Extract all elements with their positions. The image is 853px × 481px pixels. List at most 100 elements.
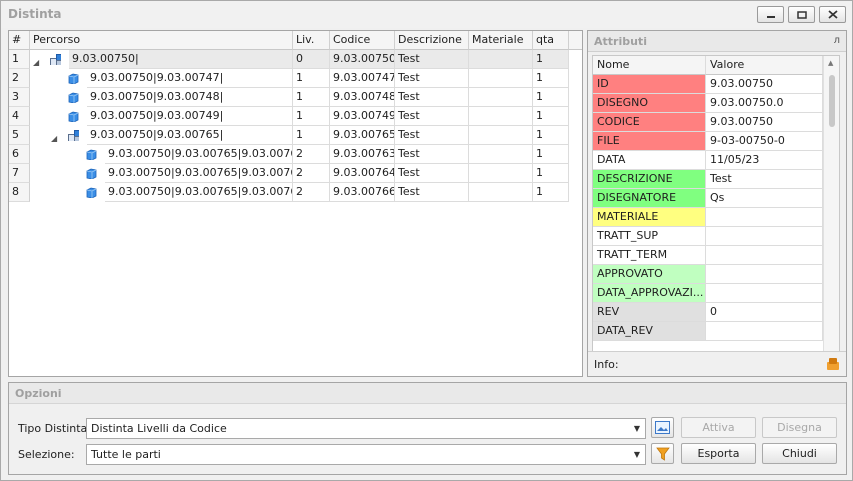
table-row[interactable]: 2 9.03.00750|9.03.00747| 1 9.03.00747 Test 1 — [9, 69, 582, 88]
cell-descrizione[interactable]: Test — [395, 145, 469, 164]
chiudi-button[interactable]: Chiudi — [762, 443, 837, 464]
column-header-valore[interactable]: Valore — [706, 56, 823, 75]
cell-materiale[interactable] — [469, 107, 533, 126]
cell-materiale[interactable] — [469, 88, 533, 107]
attribute-row[interactable]: DATA_APPROVAZI... — [593, 284, 823, 303]
table-row[interactable]: 8 9.03.00750|9.03.00765|9.03.00766| 2 9.03.… — [9, 183, 582, 202]
cell-descrizione[interactable]: Test — [395, 88, 469, 107]
cell-qta[interactable]: 1 — [533, 183, 569, 202]
attribute-value[interactable] — [706, 227, 823, 246]
attribute-value[interactable]: Test — [706, 170, 823, 189]
column-header-qta[interactable]: qta — [533, 31, 569, 50]
attribute-row[interactable]: DISEGNO 9.03.00750.0 — [593, 94, 823, 113]
attribute-value[interactable] — [706, 208, 823, 227]
cell-codice[interactable]: 9.03.00749 — [330, 107, 395, 126]
row-number[interactable]: 6 — [9, 145, 30, 164]
cell-materiale[interactable] — [469, 145, 533, 164]
cell-codice[interactable]: 9.03.00763 — [330, 145, 395, 164]
cell-percorso[interactable]: 9.03.00750|9.03.00765|9.03.00764| — [105, 164, 293, 183]
cell-percorso[interactable]: 9.03.00750|9.03.00765| — [87, 126, 293, 145]
attribute-value[interactable] — [706, 246, 823, 265]
cell-liv[interactable]: 2 — [293, 164, 330, 183]
cell-descrizione[interactable]: Test — [395, 69, 469, 88]
cell-qta[interactable]: 1 — [533, 88, 569, 107]
expand-toggle-icon[interactable]: ◢ — [33, 54, 39, 69]
esporta-button[interactable]: Esporta — [681, 443, 756, 464]
cell-qta[interactable]: 1 — [533, 126, 569, 145]
attribute-value[interactable]: 0 — [706, 303, 823, 322]
attiva-button[interactable]: Attiva — [681, 417, 756, 438]
row-number[interactable]: 7 — [9, 164, 30, 183]
column-header-descrizione[interactable]: Descrizione — [395, 31, 469, 50]
cell-qta[interactable]: 1 — [533, 50, 569, 69]
preview-button[interactable] — [651, 417, 674, 438]
attribute-value[interactable]: 9.03.00750 — [706, 113, 823, 132]
cell-qta[interactable]: 1 — [533, 145, 569, 164]
attribute-value[interactable]: Qs — [706, 189, 823, 208]
expand-toggle-icon[interactable]: ◢ — [51, 130, 57, 145]
cell-materiale[interactable] — [469, 183, 533, 202]
row-number[interactable]: 4 — [9, 107, 30, 126]
cell-codice[interactable]: 9.03.00766 — [330, 183, 395, 202]
attribute-row[interactable]: CODICE 9.03.00750 — [593, 113, 823, 132]
column-header-nome[interactable]: Nome — [593, 56, 706, 75]
attribute-value[interactable]: 9-03-00750-0 — [706, 132, 823, 151]
scrollbar-thumb[interactable] — [829, 75, 835, 127]
cell-liv[interactable]: 2 — [293, 183, 330, 202]
attributes-scrollbar[interactable]: ▲ ▼ — [823, 56, 839, 372]
attribute-value[interactable]: 9.03.00750 — [706, 75, 823, 94]
cell-materiale[interactable] — [469, 69, 533, 88]
attribute-row[interactable]: DISEGNATORE Qs — [593, 189, 823, 208]
cell-liv[interactable]: 1 — [293, 88, 330, 107]
table-row[interactable]: 5 ◢ 9.03.00750|9.03.00765| 1 9.03.00765 Test 1 — [9, 126, 582, 145]
attribute-row[interactable]: MATERIALE — [593, 208, 823, 227]
eraser-icon[interactable] — [826, 357, 840, 371]
cell-descrizione[interactable]: Test — [395, 126, 469, 145]
column-header-liv[interactable]: Liv. — [293, 31, 330, 50]
chevron-down-icon[interactable]: ▼ — [634, 419, 640, 438]
bom-grid[interactable]: # Percorso Liv. Codice Descrizione Mater… — [8, 30, 583, 377]
column-header-codice[interactable]: Codice — [330, 31, 395, 50]
cell-descrizione[interactable]: Test — [395, 183, 469, 202]
attribute-value[interactable] — [706, 265, 823, 284]
row-number[interactable]: 8 — [9, 183, 30, 202]
table-row[interactable]: 4 9.03.00750|9.03.00749| 1 9.03.00749 Test 1 — [9, 107, 582, 126]
cell-materiale[interactable] — [469, 164, 533, 183]
attribute-value[interactable] — [706, 284, 823, 303]
attribute-row[interactable]: TRATT_SUP — [593, 227, 823, 246]
filter-button[interactable] — [651, 443, 674, 464]
tipo-distinta-select[interactable]: Distinta Livelli da Codice ▼ — [86, 418, 646, 439]
attribute-row[interactable]: REV 0 — [593, 303, 823, 322]
minimize-button[interactable] — [757, 6, 784, 23]
cell-percorso[interactable]: 9.03.00750|9.03.00748| — [87, 88, 293, 107]
attribute-row[interactable]: FILE 9-03-00750-0 — [593, 132, 823, 151]
cell-descrizione[interactable]: Test — [395, 50, 469, 69]
cell-liv[interactable]: 1 — [293, 107, 330, 126]
cell-materiale[interactable] — [469, 50, 533, 69]
cell-codice[interactable]: 9.03.00765 — [330, 126, 395, 145]
cell-percorso[interactable]: 9.03.00750| — [69, 50, 293, 69]
attribute-value[interactable] — [706, 322, 823, 341]
cell-liv[interactable]: 1 — [293, 69, 330, 88]
attribute-row[interactable]: TRATT_TERM — [593, 246, 823, 265]
cell-codice[interactable]: 9.03.00747 — [330, 69, 395, 88]
row-number[interactable]: 5 — [9, 126, 30, 145]
table-row[interactable]: 3 9.03.00750|9.03.00748| 1 9.03.00748 Test 1 — [9, 88, 582, 107]
cell-descrizione[interactable]: Test — [395, 107, 469, 126]
cell-codice[interactable]: 9.03.00764 — [330, 164, 395, 183]
chevron-down-icon[interactable]: ▼ — [634, 445, 640, 464]
row-number[interactable]: 1 — [9, 50, 30, 69]
maximize-button[interactable] — [788, 6, 815, 23]
cell-percorso[interactable]: 9.03.00750|9.03.00747| — [87, 69, 293, 88]
cell-liv[interactable]: 2 — [293, 145, 330, 164]
attributes-grid[interactable]: Nome Valore ID 9.03.00750 DISEGNO 9.03.0075… — [592, 55, 840, 373]
cell-codice[interactable]: 9.03.00750 — [330, 50, 395, 69]
cell-codice[interactable]: 9.03.00748 — [330, 88, 395, 107]
cell-qta[interactable]: 1 — [533, 107, 569, 126]
attribute-row[interactable]: DESCRIZIONE Test — [593, 170, 823, 189]
disegna-button[interactable]: Disegna — [762, 417, 837, 438]
attribute-row[interactable]: ID 9.03.00750 — [593, 75, 823, 94]
attribute-row[interactable]: DATA_REV — [593, 322, 823, 341]
attribute-row[interactable]: APPROVATO — [593, 265, 823, 284]
cell-liv[interactable]: 1 — [293, 126, 330, 145]
